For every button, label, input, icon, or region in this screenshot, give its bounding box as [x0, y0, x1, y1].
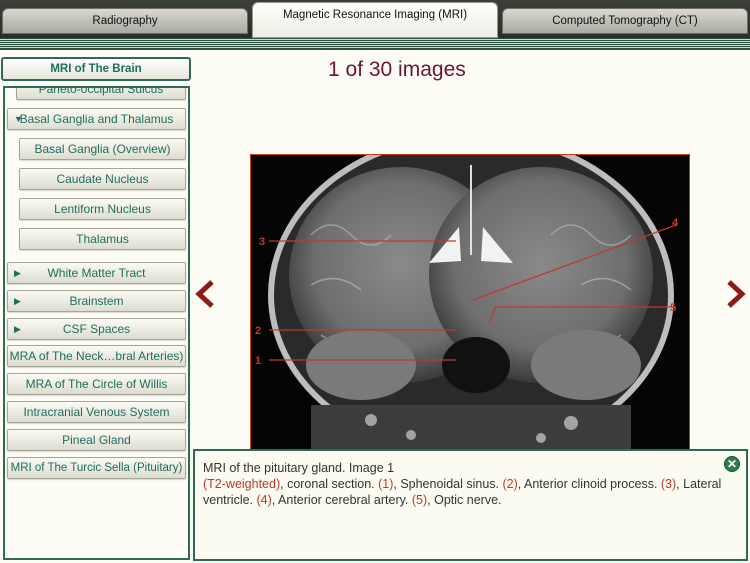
sidebar-item-brainstem[interactable]: ▶ Brainstem — [7, 290, 186, 312]
sidebar-item-thalamus[interactable]: Thalamus — [19, 228, 186, 250]
sidebar-item-label: White Matter Tract — [47, 266, 146, 280]
expand-down-icon: ▼ — [14, 114, 23, 124]
tab-mri[interactable]: Magnetic Resonance Imaging (MRI) — [252, 2, 498, 38]
chevron-left-icon — [195, 280, 214, 308]
caption-text: , Anterior cerebral artery. — [271, 493, 412, 507]
caption-text: , Optic nerve. — [427, 493, 502, 507]
marker-1: 1 — [255, 355, 261, 367]
sidebar-item-white-matter-tract[interactable]: ▶ White Matter Tract — [7, 262, 186, 284]
tab-radiography[interactable]: Radiography — [2, 8, 248, 34]
sidebar-item-lentiform-nucleus[interactable]: Lentiform Nucleus — [19, 198, 186, 220]
caption-text: , Sphenoidal sinus. — [393, 477, 503, 491]
expand-right-icon: ▶ — [14, 324, 21, 334]
tab-divider — [0, 38, 750, 50]
sidebar-item-turcic-sella[interactable]: MRI of The Turcic Sella (Pituitary) — [7, 457, 186, 479]
close-icon[interactable]: ✕ — [724, 456, 740, 472]
caption-ref: (5) — [411, 493, 428, 507]
sidebar-item-basal-ganglia-thalamus[interactable]: ▼ Basal Ganglia and Thalamus — [7, 108, 186, 130]
caption-ref: (1) — [378, 477, 394, 491]
sidebar-item-mra-circle-of-willis[interactable]: MRA of The Circle of Willis — [7, 373, 186, 395]
sidebar-item-intracranial-venous[interactable]: Intracranial Venous System — [7, 401, 186, 423]
marker-2: 2 — [255, 325, 261, 337]
caption-weighting: (T2-weighted) — [203, 477, 281, 491]
caption-body: (T2-weighted), coronal section. (1), Sph… — [203, 476, 738, 508]
sidebar-item-csf-spaces[interactable]: ▶ CSF Spaces — [7, 318, 186, 340]
caption-text: , Anterior clinoid process. — [517, 477, 661, 491]
caption-title: MRI of the pituitary gland. Image 1 — [203, 461, 395, 475]
sidebar-item-label: CSF Spaces — [62, 322, 131, 336]
tab-ct[interactable]: Computed Tomography (CT) — [502, 8, 748, 34]
sidebar-item-mra-neck[interactable]: MRA of The Neck…bral Arteries) — [7, 345, 186, 367]
expand-right-icon: ▶ — [14, 268, 21, 278]
image-counter: 1 of 30 images — [328, 58, 466, 81]
sidebar-item-basal-ganglia-overview[interactable]: Basal Ganglia (Overview) — [19, 138, 186, 160]
sidebar-item-caudate-nucleus[interactable]: Caudate Nucleus — [19, 168, 186, 190]
caption-ref: (2) — [502, 477, 518, 491]
marker-4: 4 — [672, 217, 679, 229]
caption-ref: (4) — [256, 493, 272, 507]
sidebar-item-parieto-occipital[interactable]: Parieto-occipital Sulcus — [16, 88, 186, 100]
expand-right-icon: ▶ — [14, 296, 21, 306]
sidebar-header[interactable]: MRI of The Brain — [1, 57, 191, 81]
sidebar-item-label: Brainstem — [69, 294, 124, 308]
sidebar-item-pineal-gland[interactable]: Pineal Gland — [7, 429, 186, 451]
sidebar[interactable]: Parieto-occipital Sulcus ▼ Basal Ganglia… — [3, 86, 190, 560]
next-image-button[interactable] — [723, 278, 749, 310]
caption-text: , coronal section. — [280, 477, 379, 491]
marker-3: 3 — [259, 236, 265, 248]
chevron-right-icon — [727, 280, 746, 308]
image-caption: ✕ MRI of the pituitary gland. Image 1 (T… — [193, 449, 748, 561]
previous-image-button[interactable] — [192, 278, 218, 310]
marker-5: 5 — [670, 302, 676, 314]
sidebar-item-label: Basal Ganglia and Thalamus — [19, 112, 174, 126]
mri-image[interactable]: 3 2 1 4 5 — [250, 154, 690, 452]
caption-ref: (3) — [660, 477, 677, 491]
